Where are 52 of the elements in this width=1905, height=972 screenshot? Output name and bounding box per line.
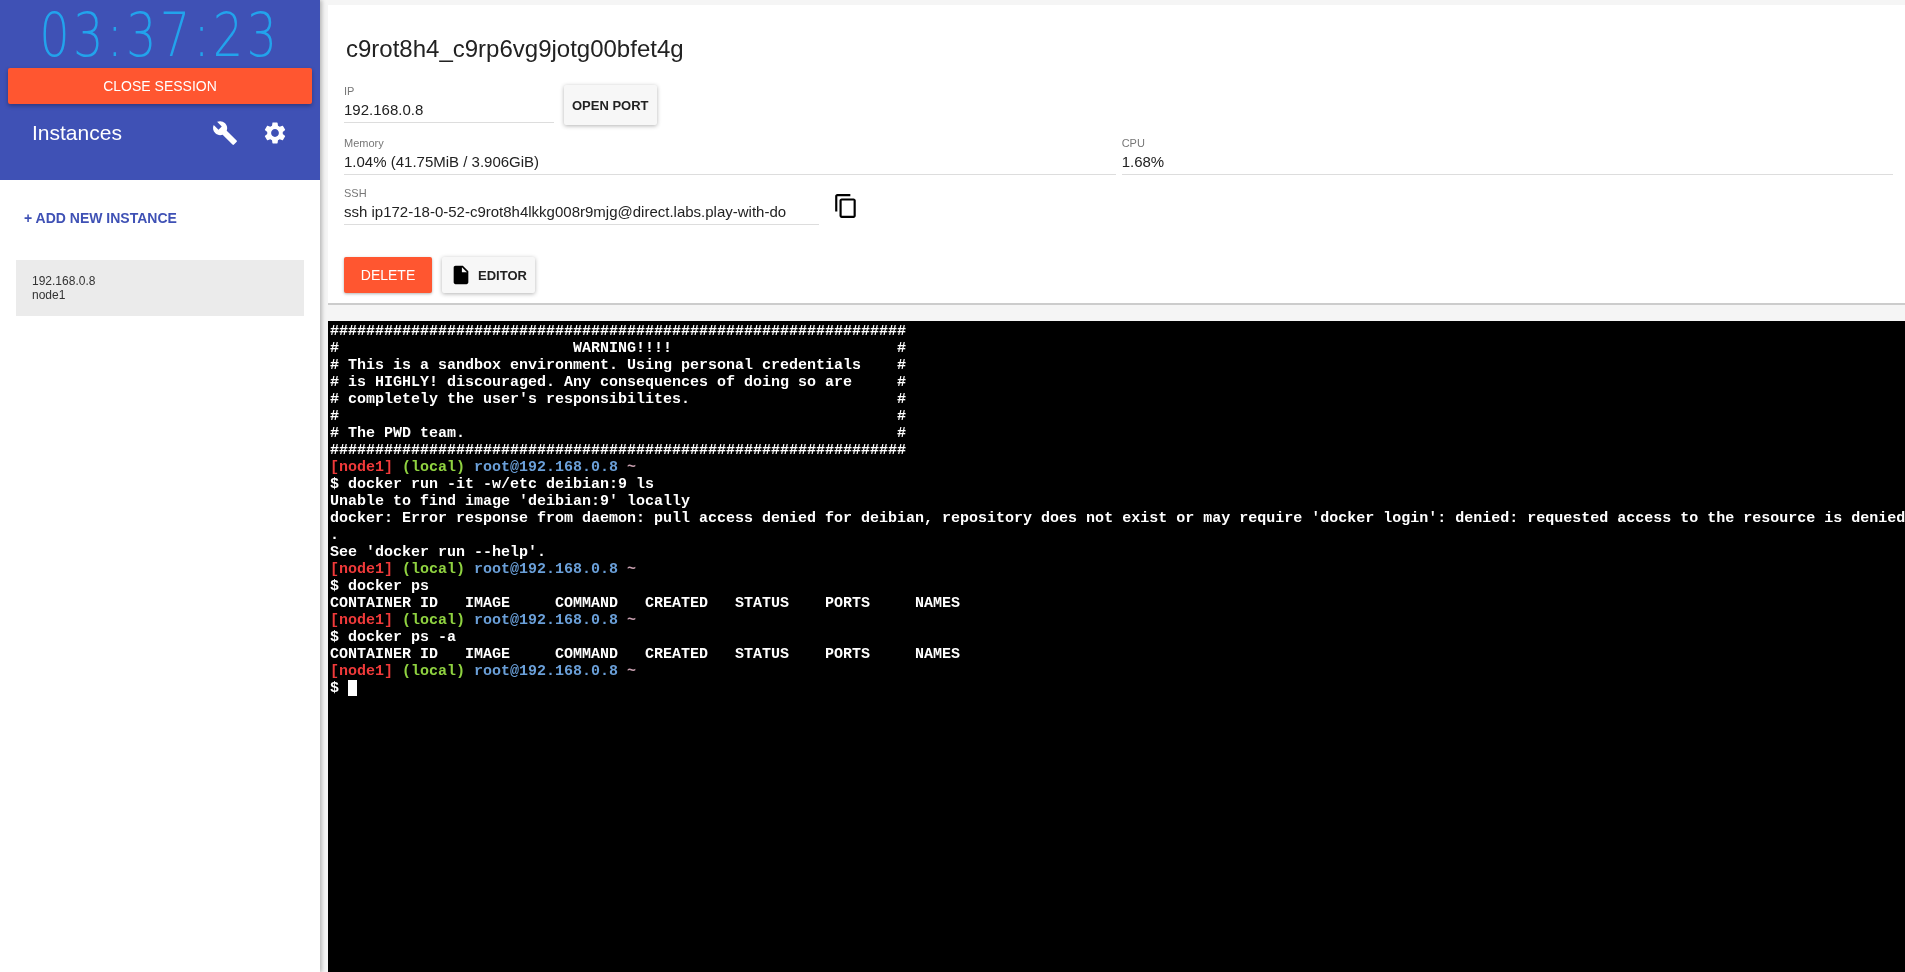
prompt-dir: ~ xyxy=(627,612,637,629)
instance-title: c9rot8h4_c9rp6vg9jotg00bfet4g xyxy=(346,35,685,63)
terminal-line: CONTAINER ID IMAGE COMMAND CREATED STATUS PORTS NAMES xyxy=(330,646,961,663)
terminal-line: CONTAINER ID IMAGE COMMAND CREATED STATUS PORTS NAMES xyxy=(330,595,961,612)
instances-heading: Instances xyxy=(32,121,123,145)
prompt-env: (local) xyxy=(402,459,466,476)
cpu-field[interactable]: CPU 1.68% xyxy=(1121,137,1894,175)
terminal-line: # completely the user's responsibilites. # xyxy=(330,391,907,408)
editor-button[interactable]: EDITOR xyxy=(442,257,535,293)
terminal[interactable] xyxy=(328,321,1905,972)
prompt-env: (local) xyxy=(402,561,466,578)
terminal-line: ################################################################ xyxy=(330,323,907,340)
open-port-button[interactable]: OPEN PORT xyxy=(564,85,657,125)
terminal-line: # is HIGHLY! discouraged. Any consequences of doing so are # xyxy=(330,374,907,391)
prompt-host: root@192.168.0.8 xyxy=(474,459,619,476)
terminal-line: $ docker ps xyxy=(330,578,430,595)
ssh-field[interactable]: SSH ssh ip172-18-0-52-c9rot8h4lkkg008r9mjg@direct.labs.play-with-do xyxy=(344,187,819,225)
instance-name: node1 xyxy=(32,288,67,302)
terminal-line: $ docker run -it -w/etc deibian:9 ls xyxy=(330,476,655,493)
prompt-node-name: [node1] xyxy=(330,663,393,680)
prompt-symbol: $ xyxy=(330,680,339,697)
terminal-line: docker: Error response from daemon: pull access denied for deibian, repository does not exist or may require 'docker login': denied: requested access to the resource is denied xyxy=(330,510,1905,527)
terminal-line: ################################################################ xyxy=(330,442,907,459)
prompt-env: (local) xyxy=(402,612,466,629)
prompt-host: root@192.168.0.8 xyxy=(474,663,619,680)
session-timer: 03:37:23 xyxy=(39,2,281,68)
terminal-line: # The PWD team. # xyxy=(330,425,907,442)
wrench-icon[interactable] xyxy=(212,120,238,146)
terminal-line: # # xyxy=(330,408,907,425)
cursor xyxy=(348,680,357,696)
instance-item[interactable]: 192.168.0.8 node1 xyxy=(16,260,304,316)
prompt-node-name: [node1] xyxy=(330,561,393,578)
prompt-node-name: [node1] xyxy=(330,612,393,629)
terminal-line: # This is a sandbox environment. Using personal credentials # xyxy=(330,357,907,374)
prompt-dir: ~ xyxy=(627,459,637,476)
terminal-line: See 'docker run --help'. xyxy=(330,544,547,561)
prompt-host: root@192.168.0.8 xyxy=(474,612,619,629)
prompt-node-name: [node1] xyxy=(330,459,393,476)
prompt-env: (local) xyxy=(402,663,466,680)
terminal-line: # WARNING!!!! # xyxy=(330,340,907,357)
terminal-line: $ docker ps -a xyxy=(330,629,457,646)
ip-field[interactable]: IP 192.168.0.8 xyxy=(344,85,554,123)
terminal-line: Unable to find image 'deibian:9' locally xyxy=(330,493,691,510)
add-instance-button[interactable]: + ADD NEW INSTANCE xyxy=(16,202,185,234)
settings-icon[interactable] xyxy=(262,120,288,146)
instance-ip: 192.168.0.8 xyxy=(32,274,97,288)
copy-icon[interactable] xyxy=(833,193,859,219)
prompt-dir: ~ xyxy=(627,561,637,578)
prompt-host: root@192.168.0.8 xyxy=(474,561,619,578)
prompt-dir: ~ xyxy=(627,663,637,680)
memory-field[interactable]: Memory 1.04% (41.75MiB / 3.906GiB) xyxy=(344,137,1116,175)
terminal-line: . xyxy=(330,527,339,544)
